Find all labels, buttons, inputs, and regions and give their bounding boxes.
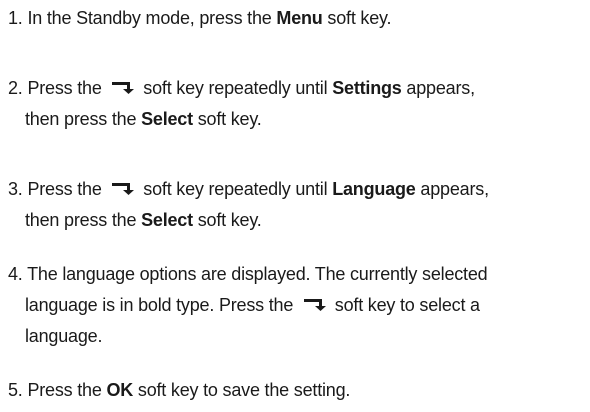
step-5-line-1: 5. Press the OK soft key to save the set… [8,375,580,406]
instruction-text: Press the [27,78,107,98]
key-name: Select [141,210,193,230]
step-number: 1. [8,8,23,28]
instruction-text: soft key repeatedly until [138,78,333,98]
instruction-text: soft key. [322,8,392,28]
key-name: Menu [276,8,323,28]
instruction-text: Press the [27,380,107,400]
instruction-text: soft key. [192,109,262,129]
step-4: 4. The language options are displayed. T… [8,259,580,352]
instruction-text: appears, [415,179,489,199]
step-2-line-1: 2. Press the soft key repeatedly until S… [8,73,580,104]
key-name: OK [106,380,134,400]
step-1: 1. In the Standby mode, press the Menu s… [8,3,580,34]
step-number: 5. [8,380,23,400]
instruction-text: soft key to select a [329,295,480,315]
step-3-line-2: then press the Select soft key. [8,205,580,236]
down-arrow-softkey-icon [302,296,328,312]
instruction-text: appears, [401,78,475,98]
instruction-text: language. [25,326,103,346]
step-number: 4. [8,264,23,284]
key-name: Select [141,109,193,129]
instruction-text: soft key to save the setting. [133,380,351,400]
step-4-line-3: language. [8,321,580,352]
key-name: Settings [332,78,402,98]
step-4-line-2: language is in bold type. Press the soft… [8,290,580,321]
instruction-text: language is in bold type. Press the [25,295,298,315]
instruction-text: soft key. [192,210,262,230]
step-4-line-1: 4. The language options are displayed. T… [8,259,580,290]
instruction-text: In the Standby mode, press the [27,8,277,28]
instruction-text: The language options are displayed. The … [27,264,488,284]
step-3: 3. Press the soft key repeatedly until L… [8,174,580,236]
key-name: Language [332,179,416,199]
step-1-line-1: 1. In the Standby mode, press the Menu s… [8,3,580,34]
instruction-document: 1. In the Standby mode, press the Menu s… [0,0,590,412]
instruction-text: soft key repeatedly until [138,179,333,199]
step-2-line-2: then press the Select soft key. [8,104,580,135]
step-2: 2. Press the soft key repeatedly until S… [8,73,580,135]
step-3-line-1: 3. Press the soft key repeatedly until L… [8,174,580,205]
instruction-text: then press the [25,109,142,129]
step-5: 5. Press the OK soft key to save the set… [8,375,580,406]
down-arrow-softkey-icon [110,79,136,95]
step-number: 2. [8,78,23,98]
instruction-text: Press the [27,179,107,199]
instruction-text: then press the [25,210,142,230]
down-arrow-softkey-icon [110,180,136,196]
step-number: 3. [8,179,23,199]
